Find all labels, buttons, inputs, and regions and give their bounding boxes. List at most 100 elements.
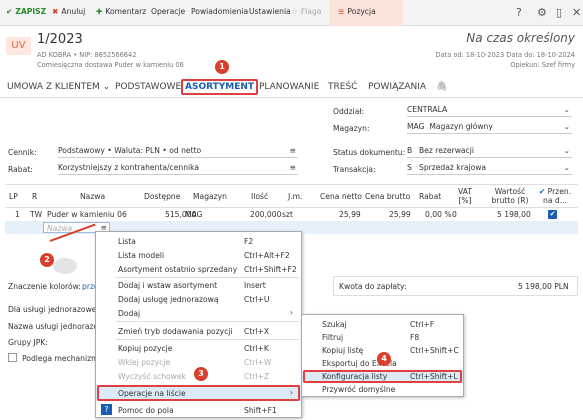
- menu-shortcut: Ctrl+Shift+F2: [244, 265, 297, 274]
- col-r[interactable]: R: [32, 192, 37, 201]
- transakcja-label: Transakcja:: [333, 165, 376, 174]
- menu-item-ostatnio-sprzedany[interactable]: Asortyment ostatnio sprzedany: [118, 265, 237, 274]
- table-row[interactable]: 1 TW Puder w kamieniu 06 515,000 MAG 200…: [5, 208, 578, 221]
- col-wartosc[interactable]: Wartość brutto (R): [486, 187, 534, 205]
- submenu-item-szukaj[interactable]: Szukaj: [322, 320, 347, 329]
- menu-shortcut: Shift+F1: [244, 406, 277, 415]
- cell-r: TW: [30, 210, 43, 219]
- highlight-box: [303, 370, 462, 383]
- amount-box: [333, 276, 578, 296]
- check-icon: ✔: [6, 7, 13, 16]
- col-nazwa[interactable]: Nazwa: [80, 192, 105, 201]
- menu-item-wklej[interactable]: Wklej pozycje: [118, 358, 170, 367]
- help-icon[interactable]: ?: [516, 6, 522, 19]
- highlight-box: [97, 385, 300, 401]
- menu-shortcut: Ctrl+Shift+C: [410, 346, 459, 355]
- menu-item-wyczysc[interactable]: Wyczyść schowek: [118, 372, 186, 381]
- notifications-menu[interactable]: Powiadomienia: [191, 7, 248, 16]
- menu-icon: ≡: [289, 163, 296, 172]
- col-jm[interactable]: J.m.: [288, 192, 302, 201]
- col-magazyn[interactable]: Magazyn: [193, 192, 227, 201]
- chevron-down-icon: ⌄: [102, 82, 111, 92]
- menu-item-zmien-tryb[interactable]: Zmień tryb dodawania pozycji: [118, 327, 233, 336]
- star-icon: ☆: [291, 7, 298, 16]
- menu-item-dodaj[interactable]: Dodaj: [118, 309, 140, 318]
- cell-name: Puder w kamieniu 06: [47, 210, 127, 219]
- submenu-item-kopiuj-liste[interactable]: Kopiuj listę: [322, 346, 363, 355]
- save-button[interactable]: ✔ ZAPISZ: [6, 7, 46, 16]
- submenu-item-filtruj[interactable]: Filtruj: [322, 333, 343, 342]
- menu-item-lista[interactable]: Lista: [118, 237, 136, 246]
- tab-planowanie[interactable]: PLANOWANIE: [259, 82, 319, 92]
- tab-tresc[interactable]: TREŚĆ: [328, 82, 357, 92]
- doc-description: Comiesięczna dostawa Puder w kamieniu 06: [37, 61, 184, 69]
- attachment-icon[interactable]: 🖇: [436, 82, 447, 92]
- close-window-icon[interactable]: ✕: [572, 6, 581, 19]
- cell-value: 5 198,00: [497, 210, 531, 219]
- menu-item-dodaj-usluge[interactable]: Dodaj usługę jednorazową: [118, 295, 218, 304]
- company-info: AD KOBRA • NIP: 8652566642: [37, 51, 137, 59]
- toolbar: ✔ ZAPISZ ✖ Anuluj ✚ Komentarz Operacje Powi…: [0, 0, 583, 26]
- comment-button[interactable]: ✚ Komentarz: [96, 7, 146, 16]
- col-lp[interactable]: LP: [9, 192, 18, 201]
- rabat-label: Rabat:: [8, 165, 33, 174]
- col-vat[interactable]: VAT [%]: [457, 187, 473, 205]
- flag-button[interactable]: ☆ Flaga: [291, 7, 321, 16]
- col-dostepne[interactable]: Dostępne: [144, 192, 180, 201]
- col-ilosc[interactable]: Ilość: [251, 192, 268, 201]
- chevron-down-icon: ⌄: [563, 105, 570, 114]
- menu-shortcut: F2: [244, 237, 254, 246]
- gear-icon[interactable]: ⚙: [537, 6, 547, 19]
- chevron-down-icon: ⌄: [563, 163, 570, 172]
- menu-separator: [116, 277, 299, 278]
- col-przen[interactable]: ✔ Przen. na d...: [535, 187, 575, 205]
- grid-header: LP R Nazwa Dostępne Magazyn Ilość J.m. C…: [5, 184, 578, 208]
- cell-lp: 1: [15, 210, 20, 219]
- menu-item-lista-modeli[interactable]: Lista modeli: [118, 251, 164, 260]
- status-select[interactable]: B Bez rezerwacji ⌄: [407, 146, 572, 158]
- chevron-right-icon: ›: [290, 308, 294, 317]
- menu-item-pomoc[interactable]: Pomoc do pola: [118, 406, 174, 415]
- help-icon: ?: [101, 404, 112, 415]
- operations-menu[interactable]: Operacje: [151, 7, 185, 16]
- tab-powiazania[interactable]: POWIĄZANIA: [368, 82, 426, 92]
- menu-item-kopiuj[interactable]: Kopiuj pozycje: [118, 344, 172, 353]
- settings-menu[interactable]: Ustawienia: [249, 7, 291, 16]
- cennik-label: Cennik:: [8, 148, 37, 157]
- cell-unit: szt: [282, 210, 293, 219]
- mechanism-checkbox[interactable]: [8, 353, 17, 362]
- menu-item-dodaj-wstaw[interactable]: Dodaj i wstaw asortyment: [118, 281, 217, 290]
- mechanism-label: Podlega mechanizmo: [22, 354, 104, 363]
- cancel-button[interactable]: ✖ Anuluj: [52, 7, 85, 16]
- cell-net: 25,99: [339, 210, 361, 219]
- tab-podstawowe[interactable]: PODSTAWOWE: [115, 82, 181, 92]
- check-icon: ✔: [538, 187, 546, 196]
- col-cena-netto[interactable]: Cena netto: [320, 192, 362, 201]
- minimize-icon[interactable]: ▯: [556, 6, 562, 19]
- menu-shortcut: Insert: [244, 281, 266, 290]
- cursor-click-icon: [53, 258, 77, 274]
- cennik-field[interactable]: Podstawowy • Waluta: PLN • od netto ≡: [58, 146, 298, 158]
- col-rabat[interactable]: Rabat: [419, 192, 441, 201]
- step-badge-2: 2: [40, 253, 54, 267]
- transakcja-select[interactable]: S Sprzedaż krajowa ⌄: [407, 163, 572, 175]
- close-icon: ✖: [52, 7, 59, 16]
- cell-gross: 25,99: [389, 210, 411, 219]
- plus-icon: ✚: [96, 7, 103, 16]
- step-badge-3: 3: [194, 367, 208, 381]
- position-tab[interactable]: ≡ Pozycja: [338, 7, 376, 16]
- col-cena-brutto[interactable]: Cena brutto: [365, 192, 410, 201]
- menu-icon: ≡: [338, 7, 345, 16]
- tab-umowa[interactable]: UMOWA Z KLIENTEM ⌄: [7, 82, 110, 92]
- magazyn-select[interactable]: MAG Magazyn główny ⌄: [407, 122, 572, 134]
- colors-label: Znaczenie kolorów:: [8, 282, 81, 291]
- doc-number: 1/2023: [37, 32, 83, 47]
- submenu-item-przywroc[interactable]: Przywróć domyślne: [322, 385, 395, 394]
- rabat-field[interactable]: Korzystniejszy z kontrahenta/cennika ≡: [58, 163, 298, 175]
- oddzial-select[interactable]: CENTRALA ⌄: [407, 105, 572, 117]
- checkbox-checked[interactable]: ✔: [548, 210, 557, 219]
- tabs-divider: [0, 97, 583, 98]
- tab-asortyment[interactable]: ASORTYMENT: [181, 79, 259, 95]
- step-badge-4: 4: [377, 352, 391, 366]
- cell-vat: 0: [452, 210, 457, 219]
